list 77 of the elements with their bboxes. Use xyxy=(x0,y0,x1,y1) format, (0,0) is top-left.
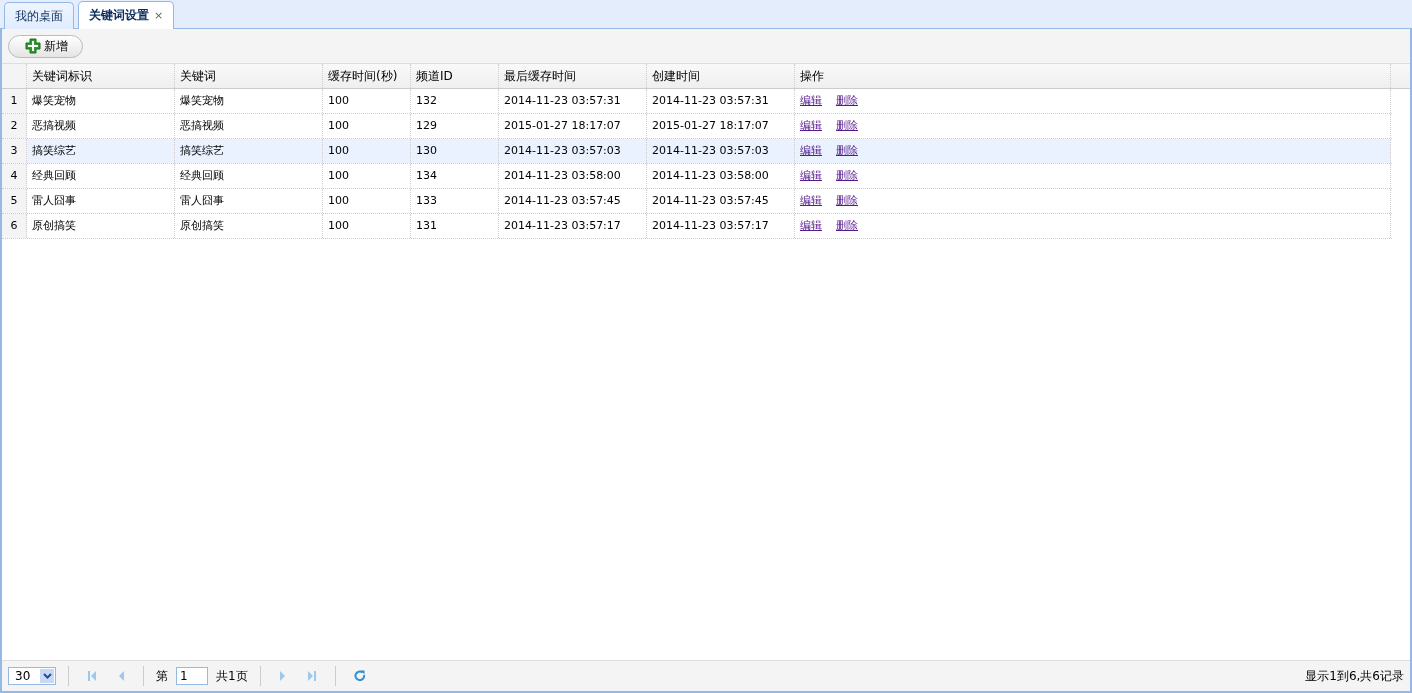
table-cell: 原创搞笑 xyxy=(175,214,323,238)
action-link[interactable]: 编辑 xyxy=(800,114,822,138)
table-cell: 恶搞视频 xyxy=(27,114,175,138)
table-cell: 100 xyxy=(323,139,411,163)
chevron-down-icon xyxy=(42,673,52,679)
table-cell: 133 xyxy=(411,189,499,213)
table-cell: 原创搞笑 xyxy=(27,214,175,238)
action-link[interactable]: 编辑 xyxy=(800,89,822,113)
action-link[interactable]: 删除 xyxy=(836,164,858,188)
action-link[interactable]: 删除 xyxy=(836,214,858,238)
action-link[interactable]: 删除 xyxy=(836,189,858,213)
column-header: 缓存时间(秒) xyxy=(323,64,411,88)
row-number: 6 xyxy=(2,214,27,238)
table-cell: 100 xyxy=(323,189,411,213)
table-cell: 2014-11-23 03:58:00 xyxy=(499,164,647,188)
table-cell: 129 xyxy=(411,114,499,138)
column-header: 最后缓存时间 xyxy=(499,64,647,88)
table-cell: 100 xyxy=(323,114,411,138)
table-cell: 搞笑综艺 xyxy=(27,139,175,163)
table-cell: 100 xyxy=(323,214,411,238)
tab[interactable]: 关键词设置 × xyxy=(78,1,175,29)
table-cell: 131 xyxy=(411,214,499,238)
table-cell: 经典回顾 xyxy=(27,164,175,188)
column-header: 创建时间 xyxy=(647,64,795,88)
page-size-select[interactable]: 30 xyxy=(8,667,56,685)
row-number: 5 xyxy=(2,189,27,213)
table-cell: 恶搞视频 xyxy=(175,114,323,138)
table-cell: 2015-01-27 18:17:07 xyxy=(499,114,647,138)
table-cell: 134 xyxy=(411,164,499,188)
column-header: 频道ID xyxy=(411,64,499,88)
first-page-icon[interactable] xyxy=(87,670,97,682)
table-cell: 搞笑综艺 xyxy=(175,139,323,163)
table-cell: 132 xyxy=(411,89,499,113)
table-cell: 2014-11-23 03:57:03 xyxy=(499,139,647,163)
action-link[interactable]: 编辑 xyxy=(800,214,822,238)
row-number: 1 xyxy=(2,89,27,113)
action-link[interactable]: 删除 xyxy=(836,114,858,138)
table-cell: 爆笑宠物 xyxy=(175,89,323,113)
refresh-icon[interactable] xyxy=(353,670,366,682)
column-header: 操作 xyxy=(795,64,1391,88)
table-cell: 130 xyxy=(411,139,499,163)
page-total: 共1页 xyxy=(216,667,248,685)
table-cell: 2014-11-23 03:58:00 xyxy=(647,164,795,188)
add-button[interactable]: 新增 xyxy=(8,34,83,58)
table-cell: 雷人囧事 xyxy=(27,189,175,213)
row-number: 4 xyxy=(2,164,27,188)
row-number: 2 xyxy=(2,114,27,138)
table-cell: 2014-11-23 03:57:45 xyxy=(647,189,795,213)
record-summary: 显示1到6,共6记录 xyxy=(1305,667,1404,685)
table-cell: 100 xyxy=(323,164,411,188)
table-cell: 2014-11-23 03:57:31 xyxy=(647,89,795,113)
close-icon[interactable]: × xyxy=(154,9,164,22)
table-cell: 2014-11-23 03:57:03 xyxy=(647,139,795,163)
table-cell: 2014-11-23 03:57:17 xyxy=(499,214,647,238)
column-header: 关键词 xyxy=(175,64,323,88)
next-page-icon[interactable] xyxy=(278,670,287,682)
table-cell: 2014-11-23 03:57:17 xyxy=(647,214,795,238)
tab[interactable]: 我的桌面 xyxy=(4,2,74,29)
previous-page-icon[interactable] xyxy=(117,670,125,682)
plus-icon xyxy=(25,38,41,54)
action-link[interactable]: 删除 xyxy=(836,139,858,163)
row-number: 3 xyxy=(2,139,27,163)
table-cell: 2014-11-23 03:57:45 xyxy=(499,189,647,213)
table-cell: 经典回顾 xyxy=(175,164,323,188)
action-link[interactable]: 编辑 xyxy=(800,189,822,213)
action-link[interactable]: 删除 xyxy=(836,89,858,113)
column-header: 关键词标识 xyxy=(27,64,175,88)
page-number-field[interactable]: 1 xyxy=(176,667,208,685)
table-cell: 爆笑宠物 xyxy=(27,89,175,113)
action-link[interactable]: 编辑 xyxy=(800,139,822,163)
page-label: 第 xyxy=(156,667,168,685)
last-page-icon[interactable] xyxy=(306,670,317,682)
table-cell: 2014-11-23 03:57:31 xyxy=(499,89,647,113)
table-cell: 100 xyxy=(323,89,411,113)
table-cell: 2015-01-27 18:17:07 xyxy=(647,114,795,138)
table-cell: 雷人囧事 xyxy=(175,189,323,213)
action-link[interactable]: 编辑 xyxy=(800,164,822,188)
